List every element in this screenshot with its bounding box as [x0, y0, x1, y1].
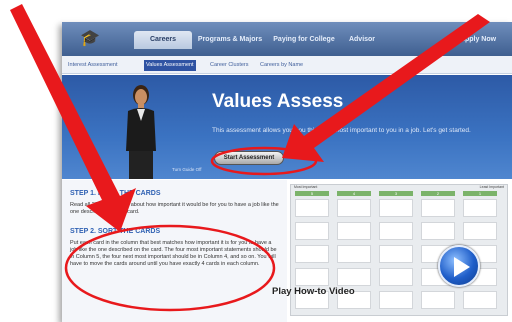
play-video-button[interactable] — [438, 245, 480, 287]
grid-column-header: 4 — [337, 191, 371, 196]
sort-card — [337, 222, 371, 240]
graduation-cap-logo-icon[interactable]: 🎓 — [70, 28, 110, 50]
sort-card — [337, 245, 371, 263]
sort-card — [295, 268, 329, 286]
step1-text: Read all 20 cards. Think about how impor… — [70, 202, 279, 215]
grid-right-header: Least Important — [479, 185, 504, 189]
hero-banner: Values Assess This assessment allows you… — [62, 75, 512, 179]
grid-column-header: 1 — [463, 191, 497, 196]
sort-card — [379, 268, 413, 286]
nav-tab-advisor[interactable]: Advisor — [342, 31, 382, 49]
sort-card — [379, 222, 413, 240]
subnav-values-assessment[interactable]: Values Assessment — [144, 60, 196, 71]
step2-heading: STEP 2. SORT THE CARDS — [70, 228, 161, 235]
sort-card — [295, 245, 329, 263]
instructions-panel: STEP 1. READ THE CARDS Read all 20 cards… — [62, 180, 287, 322]
guide-avatar-icon — [126, 85, 156, 179]
subnav-career-clusters[interactable]: Career Clusters — [210, 60, 249, 71]
sort-card — [337, 199, 371, 217]
nav-tab-careers[interactable]: Careers — [134, 31, 192, 49]
step2-text: Put each card in the column that best ma… — [70, 240, 277, 267]
sort-card — [463, 199, 497, 217]
sort-card — [421, 199, 455, 217]
browser-page: 🎓 Careers Programs & Majors Paying for C… — [62, 22, 512, 322]
grid-left-header: Most Important — [294, 185, 318, 189]
grid-column-header: 3 — [379, 191, 413, 196]
sort-card — [421, 291, 455, 309]
sort-card — [463, 291, 497, 309]
grid-column-header: 2 — [421, 191, 455, 196]
start-assessment-button[interactable]: Start Assessment — [214, 151, 284, 165]
nav-tab-paying[interactable]: Paying for College — [268, 31, 340, 49]
sort-card — [295, 222, 329, 240]
sort-card — [295, 199, 329, 217]
sort-card — [379, 199, 413, 217]
hero-description: This assessment allows you t ou think ar… — [212, 127, 471, 134]
page-title: Values Assess — [212, 91, 344, 112]
subnav-careers-by-name[interactable]: Careers by Name — [260, 60, 303, 71]
sort-card — [463, 222, 497, 240]
grid-column-header: 5 — [295, 191, 329, 196]
turn-guide-off-link[interactable]: Turn Guide Off — [172, 167, 202, 172]
sort-card — [421, 222, 455, 240]
play-icon — [454, 257, 470, 277]
top-navigation: 🎓 Careers Programs & Majors Paying for C… — [62, 22, 512, 56]
step1-heading: STEP 1. READ THE CARDS — [70, 190, 161, 197]
nav-tab-apply[interactable]: Apply Now — [450, 31, 506, 49]
sort-card — [379, 291, 413, 309]
sub-navigation: Interest Assessment Values Assessment Ca… — [62, 56, 512, 74]
play-video-label[interactable]: Play How-to Video — [272, 286, 355, 297]
subnav-interest-assessment[interactable]: Interest Assessment — [68, 60, 118, 71]
sort-card — [379, 245, 413, 263]
nav-tab-programs[interactable]: Programs & Majors — [194, 31, 266, 49]
sort-card — [337, 268, 371, 286]
